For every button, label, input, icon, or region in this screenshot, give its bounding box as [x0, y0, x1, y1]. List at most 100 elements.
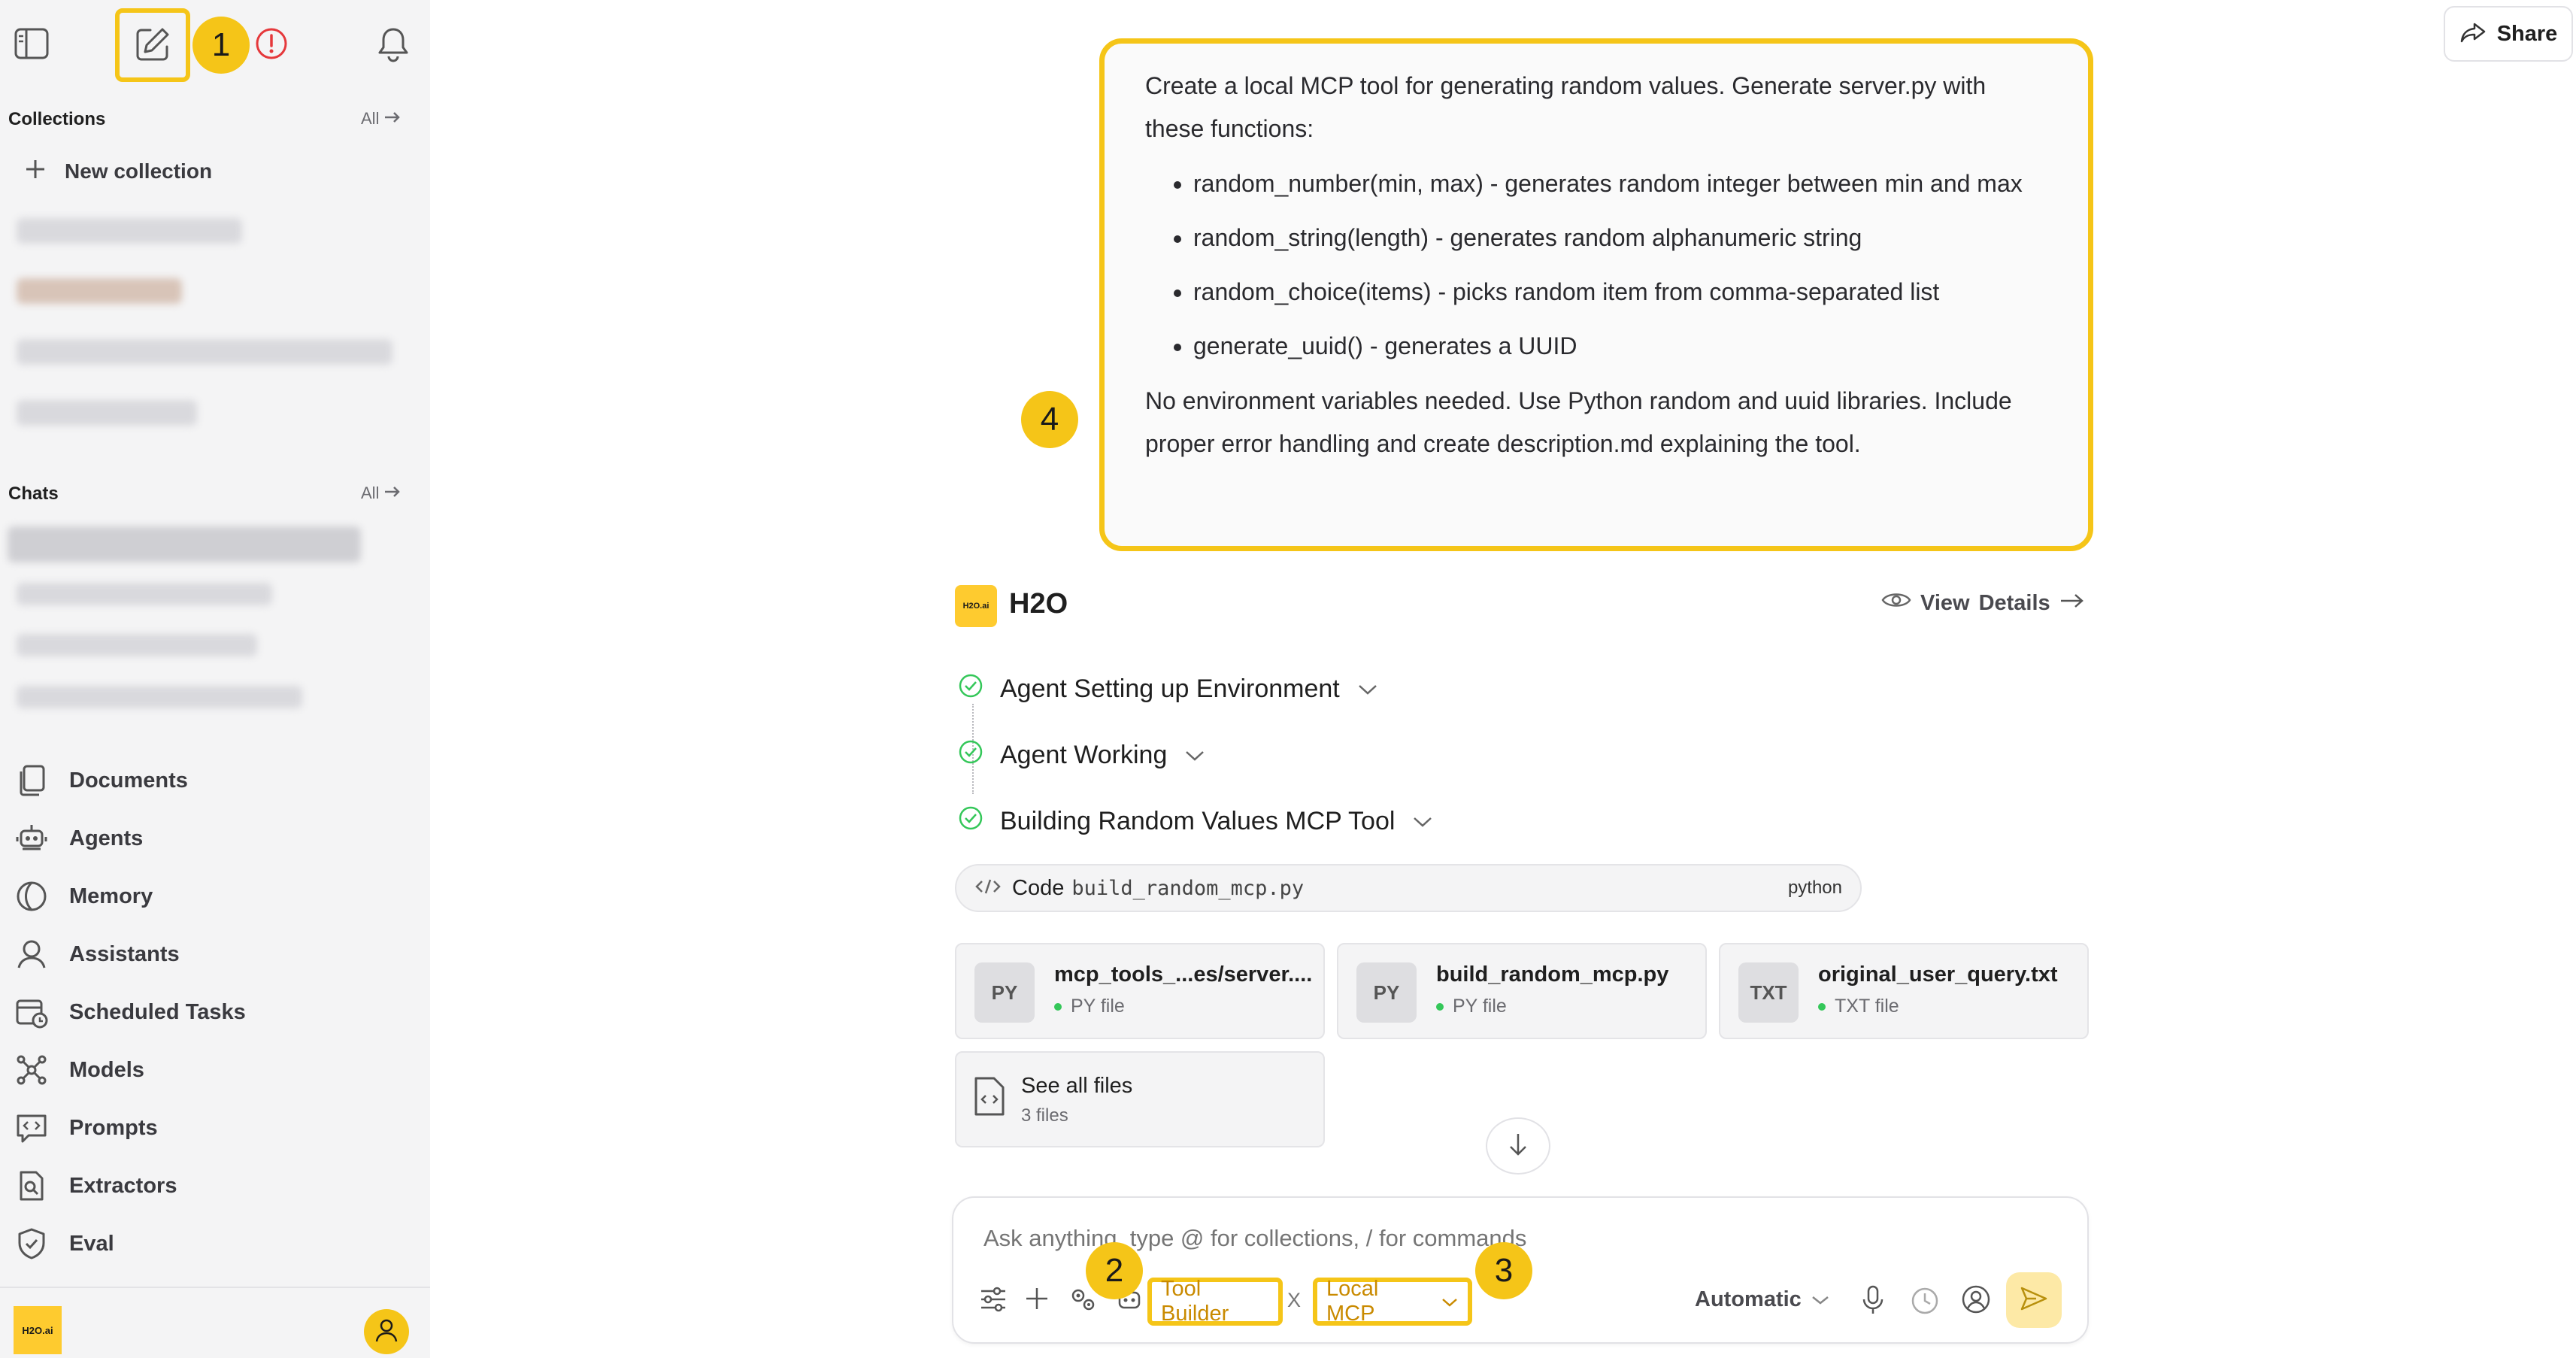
step-label: Building Random Values MCP Tool [1000, 807, 1396, 835]
blurred-collection-item[interactable] [17, 278, 182, 304]
file-type: TXT file [1818, 996, 1899, 1017]
persona-icon[interactable] [1961, 1284, 1991, 1318]
see-all-count: 3 files [1021, 1105, 1068, 1126]
chevron-down-icon [1811, 1287, 1830, 1312]
mode-select[interactable]: Automatic [1695, 1287, 1830, 1312]
blurred-chat-item-active[interactable] [8, 526, 361, 562]
robot-icon [15, 822, 48, 855]
arrow-right-icon [2059, 591, 2085, 616]
blurred-chat-item[interactable] [17, 634, 257, 656]
annotation-badge-2: 2 [1086, 1242, 1143, 1299]
blurred-collection-item[interactable] [17, 400, 197, 426]
check-circle-icon [958, 739, 983, 771]
assistant-icon [15, 938, 48, 971]
nav-prompts[interactable]: Prompts [15, 1111, 158, 1144]
sidebar-footer: H2O.ai [0, 1287, 430, 1358]
annotation-badge-1: 1 [192, 17, 250, 74]
assistant-logo: H2O.ai [955, 585, 997, 627]
blurred-collection-item[interactable] [17, 339, 392, 365]
user-icon [374, 1317, 399, 1347]
nav-extractors[interactable]: Extractors [15, 1169, 177, 1202]
assistant-name: H2O [1009, 588, 1068, 620]
step-setup-environment[interactable]: Agent Setting up Environment [958, 673, 1379, 705]
chats-all-link[interactable]: All [361, 483, 402, 503]
file-type: PY file [1436, 996, 1507, 1017]
chip-separator[interactable]: X [1287, 1289, 1301, 1312]
nav-label: Models [69, 1057, 144, 1082]
shield-check-icon [15, 1227, 48, 1260]
nav-agents[interactable]: Agents [15, 822, 143, 855]
chevron-down-icon [1183, 741, 1206, 770]
file-card[interactable]: PY mcp_tools_...es/server.... PY file [955, 943, 1325, 1039]
h2o-logo: H2O.ai [14, 1306, 62, 1354]
check-circle-icon [958, 673, 983, 705]
arrow-right-icon [383, 483, 402, 503]
status-dot [1054, 1002, 1062, 1011]
code-language: python [1787, 878, 1842, 898]
user-message-bullets: random_number(min, max) - generates rand… [1145, 162, 2047, 368]
code-pill[interactable]: Code build_random_mcp.py python [955, 864, 1862, 912]
collections-all-label: All [361, 109, 380, 128]
sidebar: 1 Collections All New collection Chats A… [0, 0, 430, 1358]
user-avatar[interactable] [364, 1309, 409, 1354]
local-mcp-label: Local MCP [1326, 1277, 1379, 1326]
send-icon [2020, 1285, 2048, 1316]
user-message-bullet: random_string(length) - generates random… [1193, 217, 2047, 259]
file-card[interactable]: TXT original_user_query.txt TXT file [1719, 943, 2089, 1039]
plus-icon[interactable] [1024, 1286, 1050, 1315]
microphone-icon[interactable] [1862, 1284, 1884, 1320]
file-name: mcp_tools_...es/server.... [1054, 962, 1313, 987]
nav-label: Documents [69, 768, 188, 793]
file-type-tag: PY [1356, 962, 1417, 1023]
calendar-clock-icon [15, 996, 48, 1029]
tools-gear-icon[interactable] [1068, 1286, 1097, 1317]
settings-sliders-icon[interactable] [979, 1286, 1008, 1317]
step-agent-working[interactable]: Agent Working [958, 739, 1206, 771]
new-collection-button[interactable]: New collection [24, 158, 212, 184]
nav-label: Agents [69, 826, 144, 850]
sidebar-toggle-icon[interactable] [14, 27, 50, 60]
blurred-chat-item[interactable] [17, 583, 272, 605]
user-message-outro: No environment variables needed. Use Pyt… [1145, 387, 2012, 457]
tool-builder-chip[interactable]: Tool Builder [1147, 1277, 1283, 1326]
document-search-icon [15, 1169, 48, 1202]
annotation-badge-4: 4 [1021, 391, 1078, 448]
nav-label: Prompts [69, 1115, 158, 1140]
alert-icon[interactable] [254, 26, 289, 61]
nav-documents[interactable]: Documents [15, 764, 188, 797]
documents-icon [15, 764, 48, 797]
scroll-down-button[interactable] [1486, 1117, 1550, 1175]
blurred-chat-item[interactable] [17, 686, 302, 708]
share-label: Share [2496, 21, 2558, 46]
nav-models[interactable]: Models [15, 1053, 144, 1087]
annotation-badge-3: 3 [1475, 1242, 1532, 1299]
send-button[interactable] [2006, 1272, 2062, 1328]
collections-all-link[interactable]: All [361, 109, 402, 129]
nav-label: Assistants [69, 941, 180, 966]
file-card[interactable]: PY build_random_mcp.py PY file [1337, 943, 1707, 1039]
view-details-link[interactable]: View Details [1881, 590, 2085, 617]
tool-builder-label: Tool Builder [1161, 1277, 1229, 1326]
nav-memory[interactable]: Memory [15, 880, 153, 913]
file-type-tag: PY [974, 962, 1035, 1023]
nav-assistants[interactable]: Assistants [15, 938, 180, 971]
check-circle-icon [958, 805, 983, 838]
new-collection-label: New collection [65, 159, 213, 183]
user-message-bubble: Create a local MCP tool for generating r… [1099, 38, 2093, 551]
step-building-tool[interactable]: Building Random Values MCP Tool [958, 805, 1434, 838]
new-chat-icon[interactable] [134, 26, 171, 63]
bell-icon[interactable] [376, 26, 411, 63]
status-dot [1818, 1002, 1826, 1011]
view-label: View [1920, 590, 1970, 615]
status-dot [1436, 1002, 1444, 1011]
code-filename: build_random_mcp.py [1071, 876, 1305, 900]
share-button[interactable]: Share [2444, 6, 2573, 62]
user-message-bullet: generate_uuid() - generates a UUID [1193, 325, 2047, 368]
user-message-intro: Create a local MCP tool for generating r… [1145, 72, 1987, 142]
nav-eval[interactable]: Eval [15, 1227, 114, 1260]
see-all-files-card[interactable]: See all files 3 files [955, 1051, 1325, 1147]
nav-scheduled-tasks[interactable]: Scheduled Tasks [15, 996, 246, 1029]
blurred-collection-item[interactable] [17, 218, 242, 244]
clock-icon[interactable] [1910, 1286, 1940, 1320]
local-mcp-chip[interactable]: Local MCP [1313, 1277, 1472, 1326]
